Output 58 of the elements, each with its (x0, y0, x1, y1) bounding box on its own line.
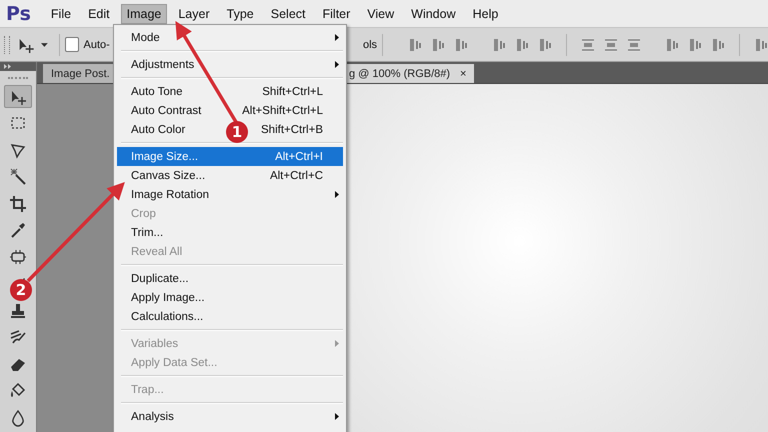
app-logo: Ps (6, 2, 31, 24)
distribute-icon[interactable] (754, 36, 768, 52)
align-icon[interactable] (515, 36, 529, 52)
stamp-icon (9, 302, 27, 320)
magic-wand-icon (9, 168, 27, 186)
menu-item[interactable]: Auto Contrast (131, 104, 202, 116)
close-icon[interactable]: × (460, 68, 466, 80)
lasso-icon (9, 141, 27, 160)
paint-bucket-icon (9, 382, 27, 400)
align-icon[interactable] (431, 36, 445, 52)
menu-item[interactable]: Image Rotation (131, 188, 209, 200)
shortcut-text: Shift+Ctrl+L (262, 86, 323, 98)
menu-item[interactable]: Trim... (131, 226, 164, 238)
menu-item[interactable]: Image Size... (131, 150, 198, 162)
drop-icon (9, 408, 27, 427)
menu-item[interactable]: Filter (316, 4, 356, 24)
menu-item[interactable]: Auto Color (131, 124, 186, 136)
brush-strokes-icon (9, 328, 27, 346)
tool-button[interactable] (4, 85, 32, 108)
auto-select-label: Auto- (83, 38, 110, 50)
menu-item[interactable]: Duplicate... (131, 272, 189, 284)
distribute-icon[interactable] (627, 36, 641, 52)
shortcut-text: Shift+Ctrl+B (261, 124, 323, 136)
align-icon[interactable] (492, 36, 506, 52)
align-icon[interactable] (538, 36, 552, 52)
menu-item[interactable]: File (44, 4, 78, 24)
collapse-icon[interactable] (4, 64, 12, 70)
crop-icon (9, 194, 27, 213)
menu-item[interactable]: Layer (172, 4, 216, 24)
distribute-icon[interactable] (604, 36, 618, 52)
distribute-icon[interactable] (665, 36, 679, 52)
distribute-icon[interactable] (581, 36, 595, 52)
menu-item[interactable]: Canvas Size... (131, 170, 206, 182)
align-icon[interactable] (408, 36, 422, 52)
menu-item[interactable]: Edit (82, 4, 116, 24)
menu-item[interactable]: Mode (131, 32, 160, 44)
option-label: ols (362, 38, 378, 50)
caret-icon[interactable] (41, 42, 48, 46)
menu-item[interactable]: View (361, 4, 400, 24)
shortcut-text: Alt+Shift+Ctrl+L (242, 104, 323, 116)
menu-item[interactable]: Image (120, 4, 168, 24)
shortcut-text: Alt+Ctrl+C (270, 170, 323, 182)
menu-item[interactable]: Help (466, 4, 504, 24)
menu-item[interactable]: Select (264, 4, 312, 24)
bandage-icon (9, 248, 27, 266)
shortcut-text: Alt+Ctrl+I (275, 150, 323, 162)
menu-item[interactable]: Adjustments (131, 58, 194, 70)
checkbox[interactable] (64, 37, 80, 52)
menu-item[interactable]: Apply Image... (131, 292, 205, 304)
menu-item[interactable]: Analysis (131, 410, 174, 422)
eyedropper-icon (9, 221, 27, 240)
menu-item[interactable]: Window (405, 4, 462, 24)
menu-item[interactable]: Type (220, 4, 260, 24)
distribute-icon[interactable] (711, 36, 725, 52)
distribute-icon[interactable] (688, 36, 702, 52)
align-icon[interactable] (454, 36, 468, 52)
menu-item[interactable]: Auto Tone (131, 86, 183, 98)
menu-item[interactable]: Calculations... (131, 310, 204, 322)
